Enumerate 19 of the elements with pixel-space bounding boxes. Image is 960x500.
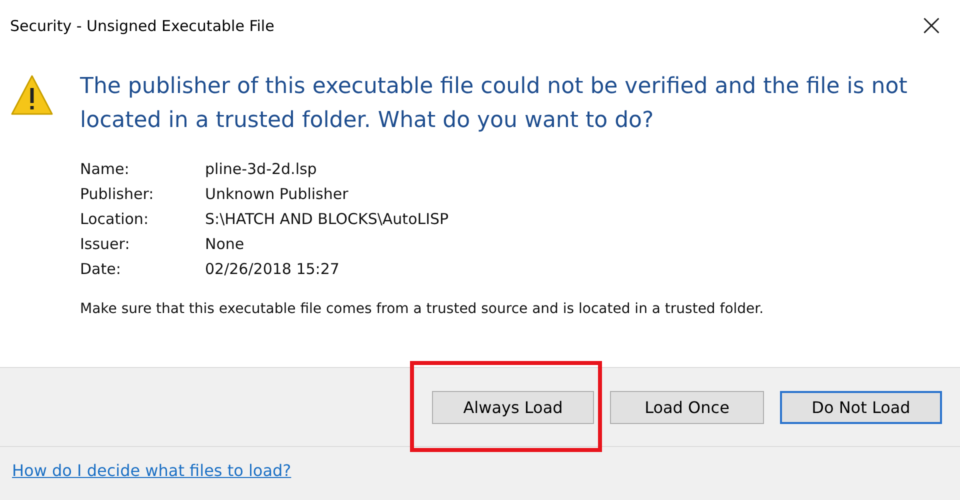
window-title: Security - Unsigned Executable File xyxy=(10,17,274,35)
close-button[interactable]: × xyxy=(914,11,948,41)
detail-label: Issuer: xyxy=(80,234,131,255)
help-link[interactable]: How do I decide what files to load? xyxy=(12,461,292,480)
detail-value: None xyxy=(205,234,246,255)
advice-text: Make sure that this executable file comes from a trusted source and is located in a trusted folder. xyxy=(80,301,765,317)
action-button[interactable]: Always Load xyxy=(432,390,594,424)
warning-message: The publisher of this executable file could not be verified and the file is not located in a trusted folder. What do you want to do? xyxy=(80,73,908,135)
detail-value: S:\HATCH AND BLOCKS\AutoLISP xyxy=(205,209,450,230)
detail-label: Publisher: xyxy=(80,184,155,205)
warning-icon xyxy=(10,74,54,116)
action-button[interactable]: Load Once xyxy=(610,390,764,424)
detail-value: 02/26/2018 15:27 xyxy=(205,259,340,280)
detail-label: Date: xyxy=(80,259,122,280)
detail-value: Unknown Publisher xyxy=(205,184,350,205)
detail-label: Name: xyxy=(80,159,130,180)
action-button[interactable]: Do Not Load xyxy=(780,390,942,424)
detail-value: pline-3d-2d.lsp xyxy=(205,159,318,180)
detail-label: Location: xyxy=(80,209,150,230)
